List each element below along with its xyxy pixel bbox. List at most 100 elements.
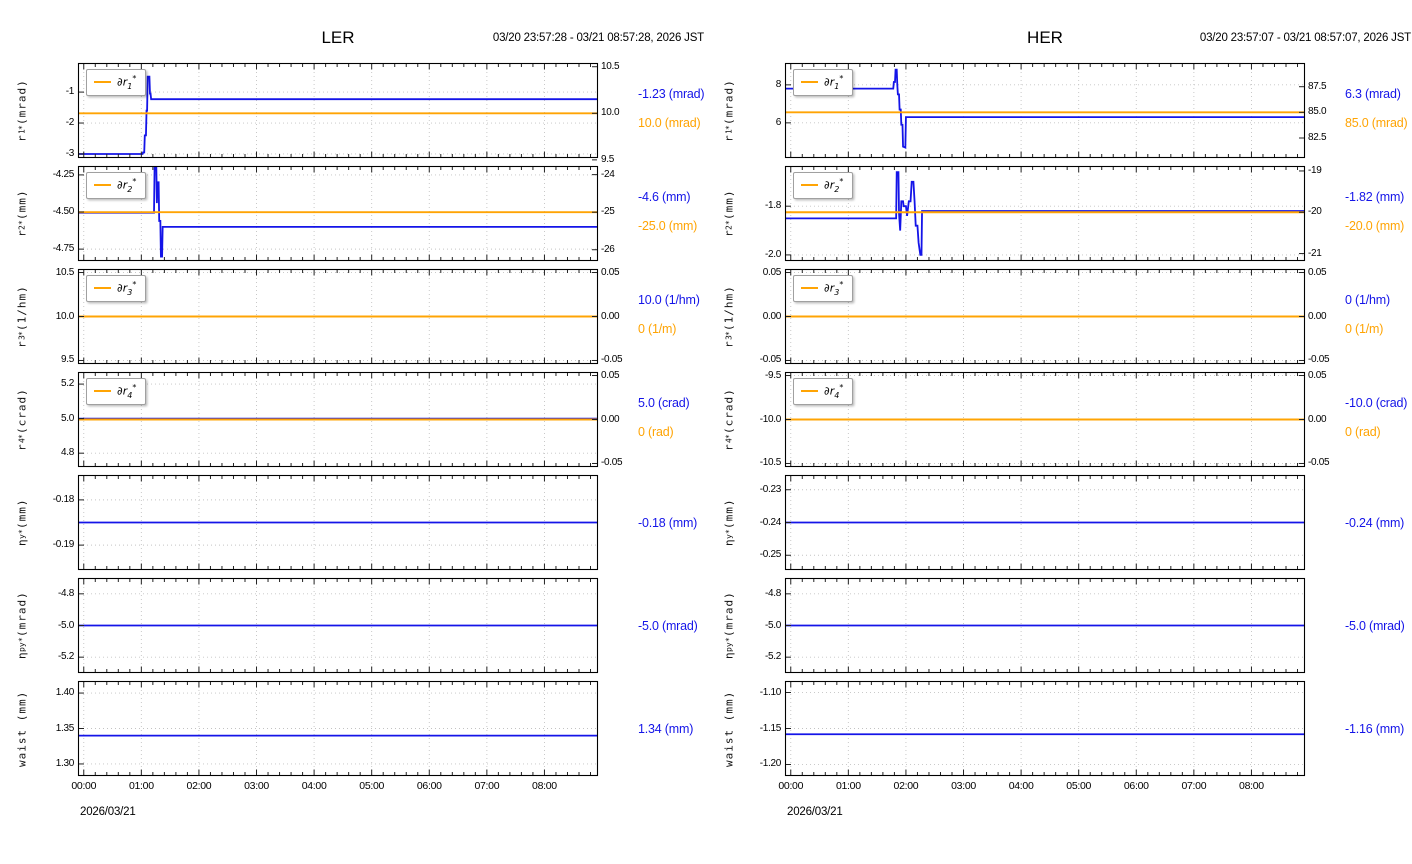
ytick-left-LER-etay-1: -0.19 — [52, 539, 75, 551]
ytick-right-HER-r4-1: 0.00 — [1308, 413, 1327, 425]
plot-LER-r3 — [77, 268, 599, 365]
ytick-left-LER-r3-1: 10.0 — [55, 310, 75, 322]
legend-label-LER-r3: ∂r3* — [117, 280, 137, 297]
plot-HER-r2 — [784, 165, 1306, 262]
xtick-HER-08:00: 08:00 — [1239, 780, 1264, 792]
value-label-HER-r4-blue: -10.0 (crad) — [1345, 396, 1408, 411]
legend-LER-r2: ∂r2* — [86, 172, 147, 199]
ytick-right-LER-r4-1: 0.00 — [601, 413, 620, 425]
value-label-HER-r2-orange: -20.0 (mm) — [1345, 218, 1405, 233]
ytick-right-HER-r1-2: 82.5 — [1308, 131, 1327, 143]
legend-LER-r1: ∂r1* — [86, 69, 147, 96]
ylabel-LER-waist: waist (mm) — [15, 690, 29, 767]
plot-LER-etay — [77, 474, 599, 571]
ytick-left-HER-waist-1: -1.15 — [759, 722, 782, 734]
xtick-LER-00:00: 00:00 — [71, 780, 97, 792]
ytick-left-LER-etay-0: -0.18 — [52, 493, 75, 505]
ytick-left-HER-etay-1: -0.24 — [759, 516, 782, 528]
value-label-HER-r1-blue: 6.3 (mrad) — [1345, 87, 1401, 102]
value-label-HER-etay-blue: -0.24 (mm) — [1345, 515, 1405, 530]
plot-LER-waist — [77, 680, 599, 777]
legend-label-HER-r2: ∂r2* — [824, 177, 844, 194]
ytick-right-LER-r1-2: 9.5 — [601, 153, 615, 165]
ytick-left-LER-etapy-0: -4.8 — [57, 587, 74, 599]
ytick-right-HER-r1-1: 85.0 — [1308, 106, 1327, 118]
ytick-right-LER-r3-1: 0.00 — [601, 310, 620, 322]
ytick-left-LER-etapy-1: -5.0 — [57, 619, 74, 631]
ytick-right-LER-r2-1: -25 — [601, 206, 615, 218]
ylabel-LER-r1: r 1 * (mrad) — [15, 78, 29, 143]
legend-orange-line-sample-HER-r4 — [801, 390, 818, 393]
ytick-left-HER-r4-1: -10.0 — [759, 413, 782, 425]
ylabel-LER-r4: r 4 * (crad) — [15, 387, 29, 452]
ytick-left-HER-r1-1: 6 — [775, 116, 782, 128]
value-label-LER-r3-orange: 0 (1/m) — [638, 321, 677, 336]
xtick-HER-03:00: 03:00 — [951, 780, 976, 792]
legend-label-LER-r2: ∂r2* — [117, 177, 137, 194]
legend-orange-line-sample-LER-r1 — [94, 81, 111, 84]
ytick-left-HER-r3-0: 0.05 — [762, 266, 782, 278]
legend-HER-r3: ∂r3* — [793, 275, 854, 302]
ylabel-HER-r1: r 1 * (mrad) — [722, 78, 736, 143]
ytick-right-HER-r3-0: 0.05 — [1308, 266, 1327, 278]
ytick-right-LER-r2-0: -24 — [601, 168, 615, 180]
plot-HER-waist — [784, 680, 1306, 777]
ytick-left-LER-r2-0: -4.25 — [52, 168, 75, 180]
plot-LER-etapy — [77, 577, 599, 674]
ytick-left-LER-r1-2: -3 — [65, 147, 75, 159]
ytick-left-HER-waist-0: -1.10 — [759, 686, 782, 698]
her-date-range: 03/20 23:57:07 - 03/21 08:57:07, 2026 JS… — [1199, 32, 1411, 44]
ytick-left-LER-waist-0: 1.40 — [55, 687, 75, 699]
plot-HER-r4 — [784, 371, 1306, 468]
ytick-left-HER-etapy-2: -5.2 — [764, 651, 781, 663]
xtick-HER-05:00: 05:00 — [1066, 780, 1092, 792]
value-label-HER-r3-blue: 0 (1/hm) — [1345, 293, 1390, 308]
ytick-right-LER-r2-2: -26 — [601, 243, 615, 255]
ytick-right-LER-r4-2: -0.05 — [601, 457, 623, 469]
ylabel-LER-r2: r 2 * (mm) — [15, 189, 29, 238]
plot-LER-r1 — [77, 62, 599, 161]
ylabel-HER-etay: η y * (mm) — [722, 498, 736, 547]
value-label-HER-etapy-blue: -5.0 (mrad) — [1345, 618, 1405, 633]
ytick-right-HER-r1-0: 87.5 — [1308, 80, 1327, 92]
ytick-left-LER-r4-1: 5.0 — [60, 412, 74, 424]
ytick-left-LER-waist-1: 1.35 — [55, 722, 75, 734]
legend-orange-line-sample-HER-r3 — [801, 287, 818, 290]
legend-orange-line-sample-LER-r3 — [94, 287, 111, 290]
ytick-left-LER-r4-2: 4.8 — [60, 447, 74, 459]
legend-orange-line-sample-HER-r1 — [801, 81, 818, 84]
xtick-LER-06:00: 06:00 — [416, 780, 442, 792]
legend-HER-r2: ∂r2* — [793, 172, 854, 199]
legend-label-HER-r3: ∂r3* — [824, 280, 844, 297]
ytick-right-HER-r2-2: -21 — [1308, 247, 1322, 259]
ylabel-HER-r3: r 3 * (1/hm) — [722, 284, 736, 349]
xtick-HER-07:00: 07:00 — [1181, 780, 1207, 792]
xaxis-date-HER: 2026/03/21 — [787, 806, 843, 818]
ytick-left-HER-r3-2: -0.05 — [759, 354, 782, 366]
ytick-right-HER-r4-0: 0.05 — [1308, 369, 1327, 381]
value-label-HER-r1-orange: 85.0 (mrad) — [1345, 115, 1408, 130]
ylabel-HER-etapy: η py * (mrad) — [722, 591, 736, 660]
xtick-HER-00:00: 00:00 — [778, 780, 804, 792]
ytick-left-HER-etapy-1: -5.0 — [764, 619, 781, 631]
plot-HER-etay — [784, 474, 1306, 571]
legend-label-HER-r4: ∂r4* — [824, 383, 844, 400]
legend-orange-line-sample-HER-r2 — [801, 184, 818, 187]
legend-HER-r4: ∂r4* — [793, 378, 854, 405]
ytick-left-HER-r2-1: -2.0 — [764, 248, 781, 260]
value-label-HER-r2-blue: -1.82 (mm) — [1345, 190, 1405, 205]
ytick-left-HER-etay-0: -0.23 — [759, 483, 782, 495]
legend-label-LER-r4: ∂r4* — [117, 383, 137, 400]
ytick-left-HER-r4-2: -10.5 — [759, 457, 782, 469]
value-label-LER-r3-blue: 10.0 (1/hm) — [638, 293, 700, 308]
ytick-right-HER-r4-2: -0.05 — [1308, 457, 1330, 469]
ytick-right-HER-r2-1: -20 — [1308, 206, 1322, 218]
legend-LER-r3: ∂r3* — [86, 275, 147, 302]
ylabel-HER-r2: r 2 * (mm) — [722, 189, 736, 238]
ytick-right-LER-r1-0: 10.5 — [601, 60, 620, 72]
ler-date-range: 03/20 23:57:28 - 03/21 08:57:28, 2026 JS… — [492, 32, 704, 44]
ylabel-HER-waist: waist (mm) — [722, 690, 736, 767]
ytick-left-LER-r3-0: 10.5 — [55, 266, 75, 278]
ytick-left-HER-etay-2: -0.25 — [759, 549, 782, 561]
ytick-left-LER-r1-1: -2 — [65, 117, 75, 129]
